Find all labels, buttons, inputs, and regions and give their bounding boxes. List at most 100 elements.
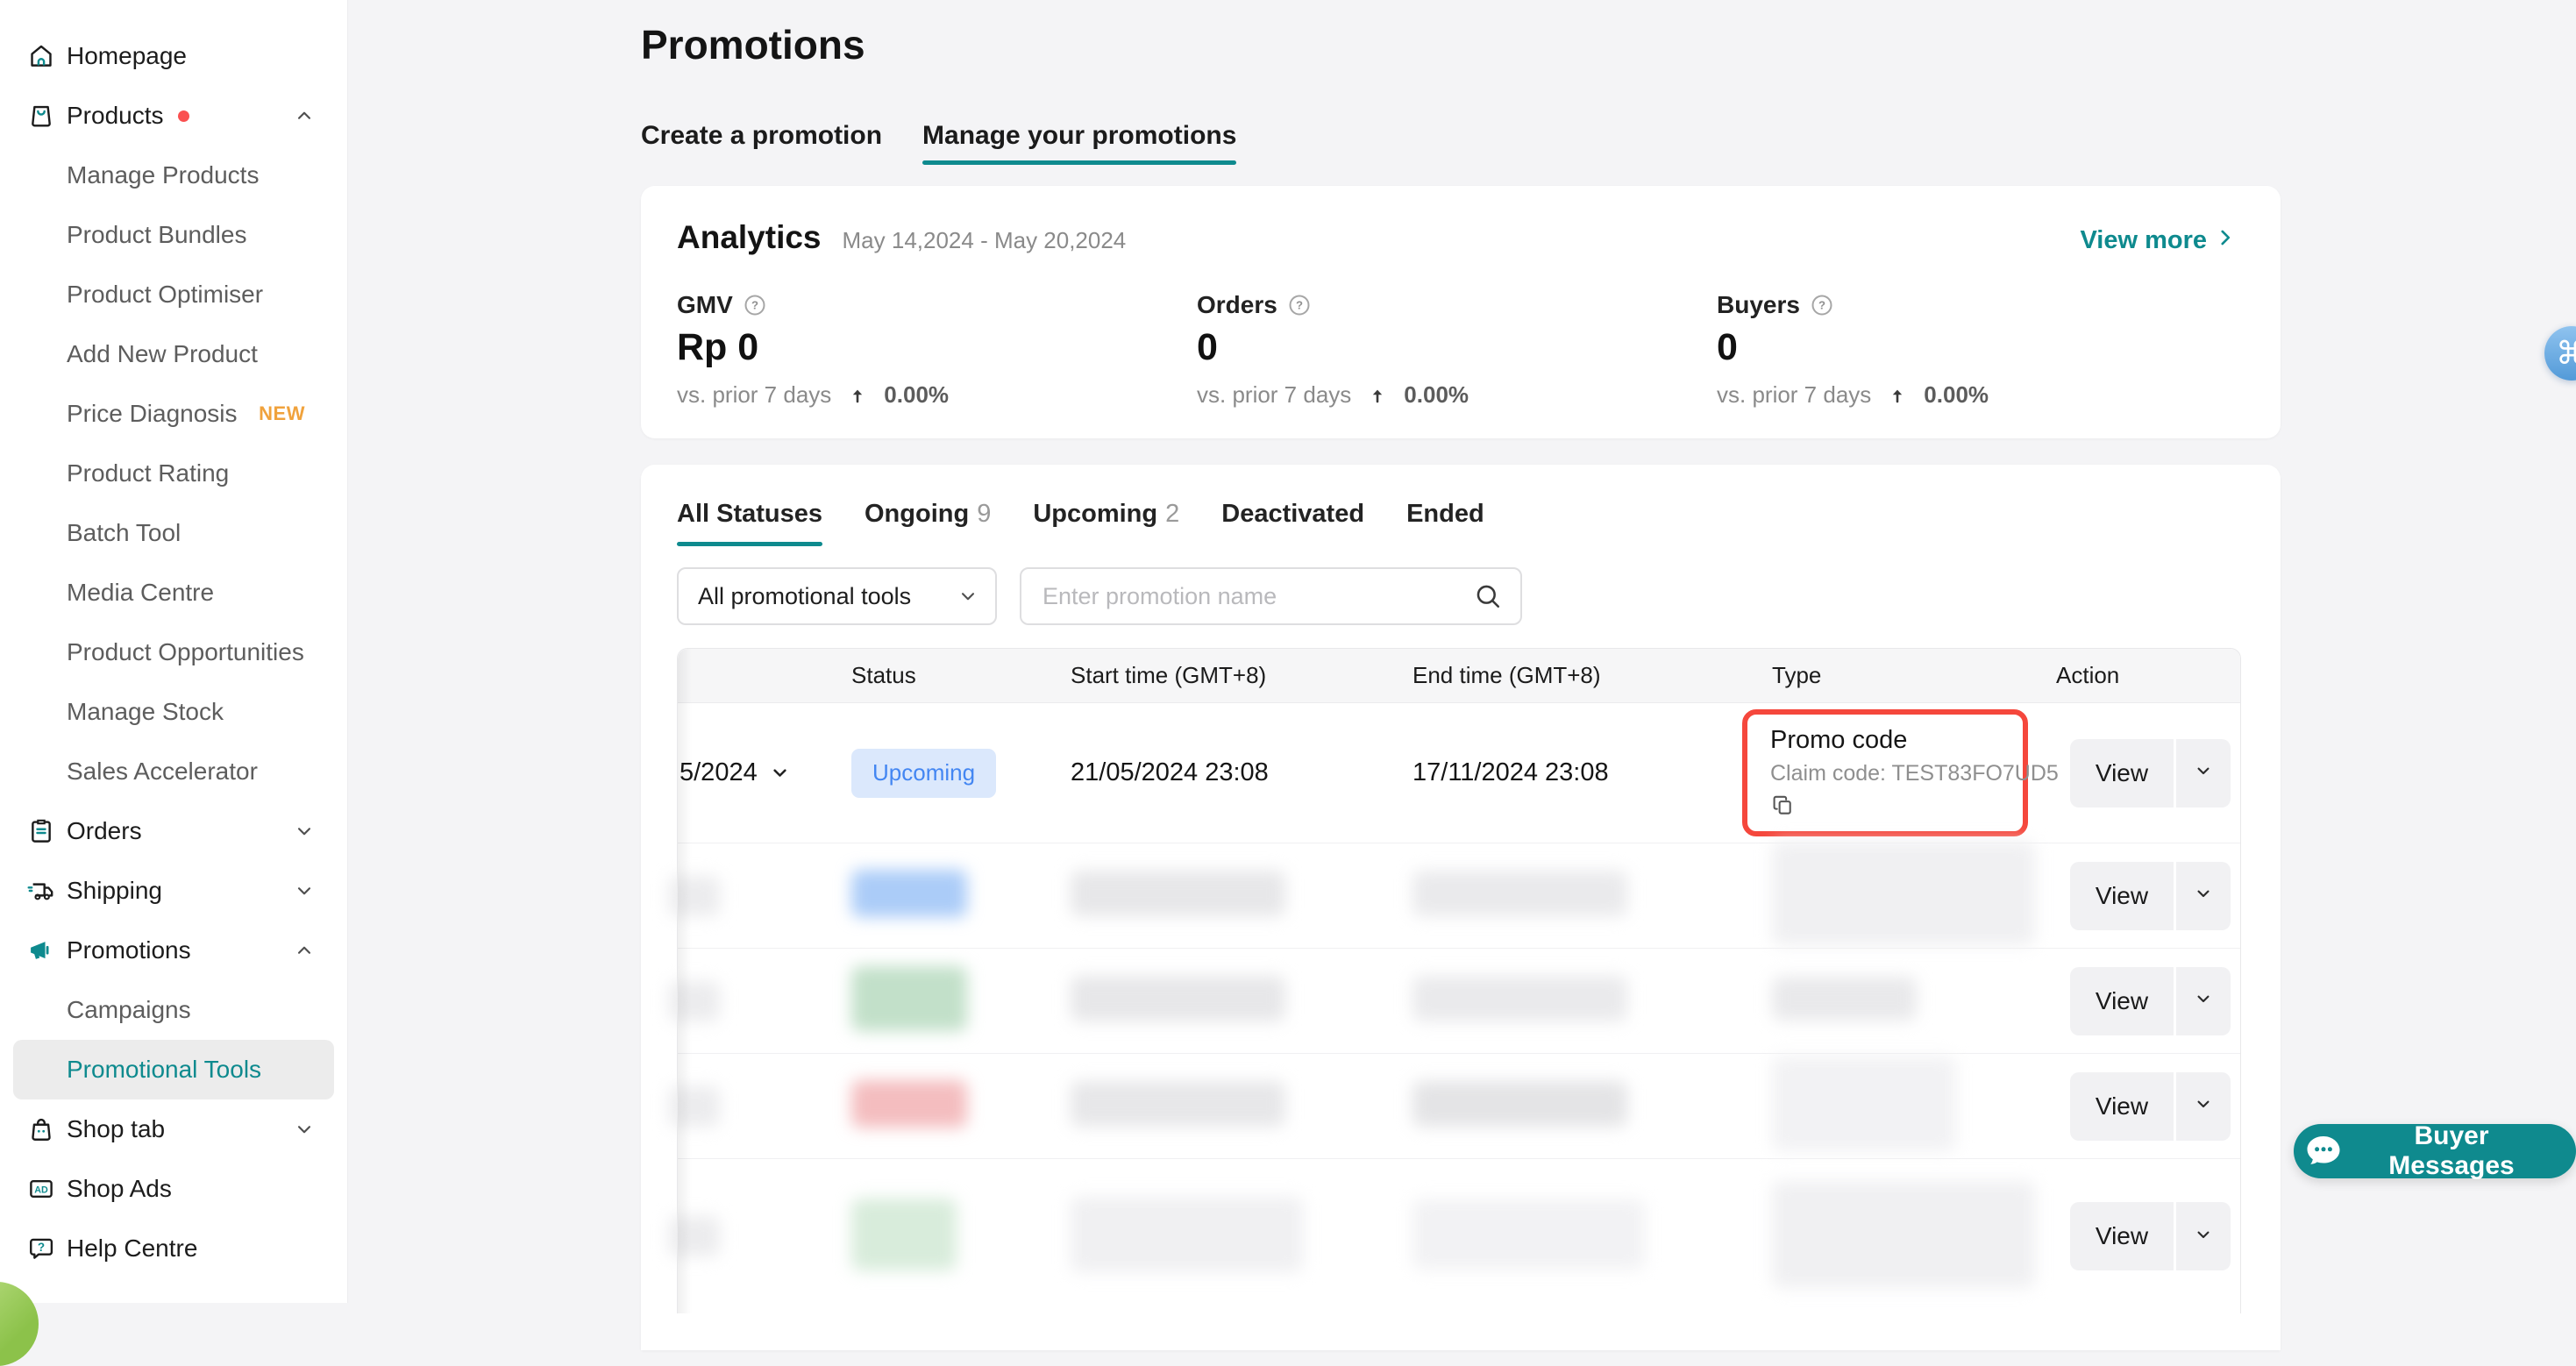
search-input[interactable] (1021, 583, 1473, 610)
status-tab-all-statuses[interactable]: All Statuses (677, 500, 822, 546)
view-button[interactable]: View (2070, 862, 2174, 930)
sidebar-item-shop-ads[interactable]: ADShop Ads (13, 1159, 334, 1219)
promotional-tools-select-value: All promotional tools (698, 583, 911, 610)
table-row-4: View (678, 1054, 2240, 1159)
sidebar-item-batch-tool[interactable]: Batch Tool (13, 503, 334, 563)
sidebar-item-label: Manage Stock (67, 698, 224, 726)
sidebar-item-manage-stock[interactable]: Manage Stock (13, 682, 334, 742)
table-header: StatusStart time (GMT+8)End time (GMT+8)… (678, 649, 2240, 703)
view-more-link[interactable]: View more (2080, 226, 2237, 256)
status-tab-label: Deactivated (1221, 500, 1364, 528)
redacted-type-cell (1746, 1181, 2044, 1292)
view-dropdown-button[interactable] (2176, 967, 2231, 1035)
sidebar-item-sales-accelerator[interactable]: Sales Accelerator (13, 742, 334, 801)
sidebar-item-label: Price Diagnosis (67, 400, 238, 428)
redacted-name-cell (678, 981, 825, 1021)
sidebar-item-help-centre[interactable]: ?Help Centre (13, 1219, 334, 1278)
row-expand-chevron-icon[interactable] (768, 761, 792, 785)
sidebar-item-label: Homepage (67, 42, 187, 70)
search-icon[interactable] (1473, 581, 1503, 611)
sidebar-item-shop-tab[interactable]: Shop tab (13, 1099, 334, 1159)
question-icon[interactable]: ? (742, 292, 768, 318)
sidebar-item-manage-products[interactable]: Manage Products (13, 146, 334, 205)
question-icon[interactable]: ? (1286, 292, 1313, 318)
view-button[interactable]: View (2070, 967, 2174, 1035)
table-row-5: View (678, 1159, 2240, 1313)
status-tab-count: 9 (977, 500, 991, 528)
sidebar-item-product-opportunities[interactable]: Product Opportunities (13, 623, 334, 682)
table-body: 5/2024Upcoming21/05/2024 23:0817/11/2024… (678, 703, 2240, 1313)
metric-compare-label: vs. prior 7 days (677, 381, 831, 409)
column-header-end-time-gmt-8: End time (GMT+8) (1386, 662, 1746, 689)
svg-text:?: ? (1296, 299, 1303, 312)
view-dropdown-button[interactable] (2176, 862, 2231, 930)
redacted-status-cell (825, 966, 1044, 1035)
chevron-up-icon[interactable] (293, 939, 316, 962)
sidebar-item-shipping[interactable]: Shipping (13, 861, 334, 921)
home-icon (26, 41, 56, 71)
products-icon (26, 101, 56, 131)
sidebar-item-price-diagnosis[interactable]: Price DiagnosisNEW (13, 384, 334, 444)
chevron-down-icon[interactable] (293, 820, 316, 843)
redacted-status-cell (825, 1199, 1044, 1275)
chevron-down-icon (2192, 1223, 2215, 1250)
chevron-down-icon (2192, 759, 2215, 786)
promotion-name-cell: 5/2024 (678, 758, 825, 787)
status-tab-ended[interactable]: Ended (1406, 500, 1484, 546)
buyer-messages-button[interactable]: Buyer Messages (2294, 1124, 2576, 1178)
view-button[interactable]: View (2070, 1202, 2174, 1270)
notification-dot-icon (178, 110, 189, 122)
sidebar-item-homepage[interactable]: Homepage (13, 26, 334, 86)
sidebar-nav: Homepage ProductsManage ProductsProduct B… (0, 26, 347, 1278)
sidebar-item-campaigns[interactable]: Campaigns (13, 980, 334, 1040)
status-tab-label: Ended (1406, 500, 1484, 528)
page-tabs: Create a promotion Manage your promotions (641, 121, 1236, 165)
tab-create-a-promotion[interactable]: Create a promotion (641, 121, 882, 165)
chevron-down-icon (2192, 987, 2215, 1014)
status-tab-ongoing[interactable]: Ongoing9 (865, 500, 991, 546)
chevron-down-icon[interactable] (293, 1118, 316, 1141)
table-row-3: View (678, 949, 2240, 1054)
analytics-title: Analytics (677, 219, 822, 256)
view-split-button: View (2070, 1072, 2240, 1141)
status-tab-upcoming[interactable]: Upcoming2 (1033, 500, 1179, 546)
chevron-down-icon[interactable] (293, 879, 316, 902)
metric-value: 0 (1197, 326, 1717, 369)
metric-orders: Orders?0vs. prior 7 days0.00% (1197, 291, 1717, 409)
redacted-status-cell (825, 870, 1044, 921)
svg-text:?: ? (751, 299, 758, 312)
view-dropdown-button[interactable] (2176, 1202, 2231, 1270)
view-button[interactable]: View (2070, 1072, 2174, 1141)
sidebar-item-label: Product Optimiser (67, 281, 263, 309)
sidebar-item-products[interactable]: Products (13, 86, 334, 146)
sidebar-item-product-optimiser[interactable]: Product Optimiser (13, 265, 334, 324)
claim-code: Claim code: TEST83FO7UD5 (1770, 761, 2023, 786)
view-button[interactable]: View (2070, 739, 2174, 808)
promotional-tools-select[interactable]: All promotional tools (677, 567, 997, 625)
status-tab-deactivated[interactable]: Deactivated (1221, 500, 1364, 546)
sidebar-item-product-rating[interactable]: Product Rating (13, 444, 334, 503)
sidebar-item-product-bundles[interactable]: Product Bundles (13, 205, 334, 265)
redacted-status-badge (851, 1199, 957, 1270)
question-icon[interactable]: ? (1809, 292, 1835, 318)
redacted-status-badge (851, 966, 967, 1031)
main-content: Promotions Create a promotionManage your… (348, 0, 2576, 1303)
sidebar-item-promotional-tools[interactable]: Promotional Tools (13, 1040, 334, 1099)
redacted-type-cell (1746, 842, 2044, 950)
redacted-start-cell (1044, 1081, 1386, 1131)
sidebar-item-label: Add New Product (67, 340, 258, 368)
chevron-up-icon[interactable] (293, 104, 316, 127)
sidebar-item-promotions[interactable]: Promotions (13, 921, 334, 980)
view-dropdown-button[interactable] (2176, 739, 2231, 808)
metric-label: Orders (1197, 291, 1277, 319)
redacted-end-cell (1386, 1081, 1746, 1131)
tab-manage-your-promotions[interactable]: Manage your promotions (922, 121, 1236, 165)
promotions-table: StatusStart time (GMT+8)End time (GMT+8)… (677, 648, 2241, 1313)
sidebar-item-add-new-product[interactable]: Add New Product (13, 324, 334, 384)
type-cell: Promo codeClaim code: TEST83FO7UD5 (1746, 709, 2044, 836)
view-dropdown-button[interactable] (2176, 1072, 2231, 1141)
copy-icon[interactable] (1770, 793, 1796, 818)
sidebar-item-media-centre[interactable]: Media Centre (13, 563, 334, 623)
sidebar-item-orders[interactable]: Orders (13, 801, 334, 861)
promo-type-highlight-box: Promo codeClaim code: TEST83FO7UD5 (1742, 709, 2028, 836)
